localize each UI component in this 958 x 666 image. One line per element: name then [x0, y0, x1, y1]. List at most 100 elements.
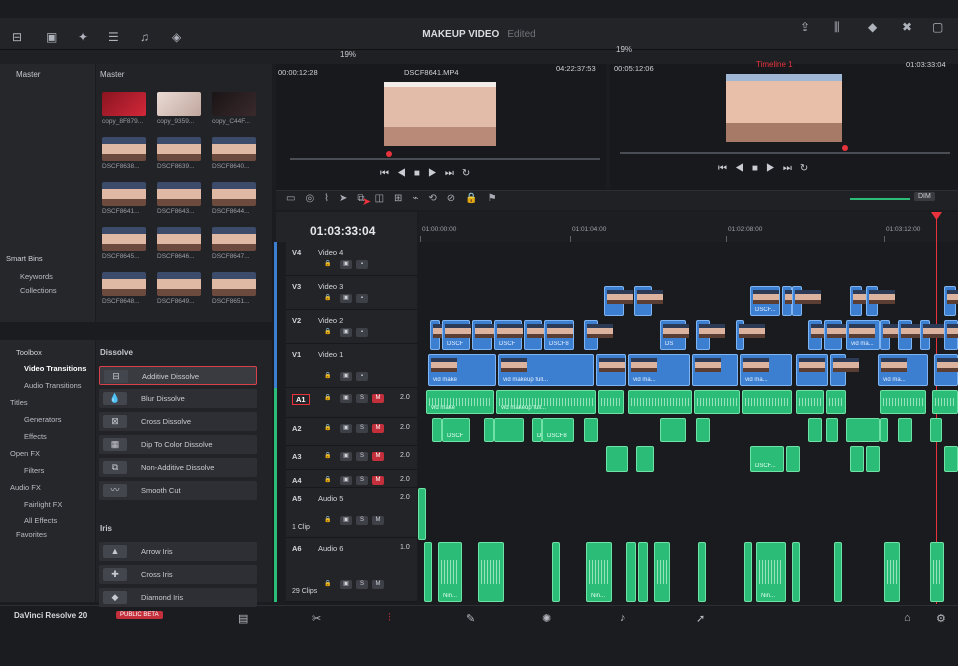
media-page-icon[interactable]: ▤ — [238, 612, 248, 625]
video-clip[interactable] — [792, 286, 821, 316]
video-clip[interactable] — [796, 354, 828, 386]
effects-category-all-effects[interactable]: All Effects — [24, 516, 57, 525]
transition-additive-dissolve[interactable]: ⊟ Additive Dissolve — [99, 366, 257, 385]
lock-icon[interactable]: 🔒 — [322, 516, 334, 525]
track-visibility-icon[interactable]: ▪ — [356, 260, 368, 269]
lock-icon[interactable]: 🔒 — [322, 394, 334, 403]
track-id[interactable]: A2 — [292, 424, 302, 433]
video-clip[interactable]: DS — [660, 320, 689, 350]
project-settings-icon[interactable]: ⚙ — [936, 612, 946, 625]
track-id[interactable]: A5 — [292, 494, 302, 503]
timeline-scrubber[interactable] — [620, 152, 950, 154]
solo-button[interactable]: S — [356, 424, 368, 433]
audio-clip[interactable] — [654, 542, 670, 602]
media-clip-thumbnail[interactable] — [102, 227, 146, 251]
effects-category-audio-fx[interactable]: Audio FX — [10, 483, 41, 492]
sound-library-icon[interactable]: ♫ — [140, 30, 149, 44]
audio-clip[interactable]: DSCF... — [750, 446, 784, 472]
auto-select-icon[interactable]: ▣ — [340, 372, 352, 381]
solo-button[interactable]: S — [356, 516, 368, 525]
source-transport-controls[interactable]: ⏮◀■▶⏭↻ — [380, 168, 478, 179]
audio-clip[interactable] — [598, 390, 624, 414]
audio-clip[interactable] — [930, 418, 942, 442]
audio-clip[interactable] — [944, 446, 958, 472]
track-id[interactable]: A6 — [292, 544, 302, 553]
effects-category-audio-transitions[interactable]: Audio Transitions — [24, 381, 82, 390]
audio-clip[interactable] — [552, 542, 560, 602]
audio-clip[interactable] — [584, 418, 598, 442]
audio-clip[interactable]: vid makeup full... — [496, 390, 596, 414]
video-clip[interactable] — [824, 320, 853, 350]
video-clip[interactable] — [866, 286, 895, 316]
audio-clip[interactable] — [418, 488, 426, 540]
color-page-icon[interactable]: ✺ — [542, 612, 551, 625]
audio-clip[interactable] — [808, 418, 822, 442]
video-clip[interactable] — [604, 286, 633, 316]
media-pool-icon[interactable]: ⊟ — [12, 30, 22, 44]
audio-clip[interactable]: Nin... — [756, 542, 786, 602]
video-clip[interactable] — [830, 354, 859, 386]
effects-category-generators[interactable]: Generators — [24, 415, 62, 424]
video-clip[interactable] — [472, 320, 501, 350]
timeline-name[interactable]: Timeline 1 — [756, 60, 793, 69]
metadata-icon[interactable]: ◆ — [868, 20, 877, 34]
auto-select-icon[interactable]: ▣ — [340, 580, 352, 589]
transition-cross-iris[interactable]: ✚ Cross Iris — [99, 565, 257, 584]
video-clip[interactable]: vid ma... — [878, 354, 928, 386]
audio-clip[interactable] — [626, 542, 636, 602]
video-clip[interactable] — [850, 286, 879, 316]
video-clip[interactable]: DSCF8 — [544, 320, 574, 350]
audio-clip[interactable] — [742, 390, 792, 414]
audio-clip[interactable] — [930, 542, 944, 602]
video-clip[interactable] — [692, 354, 738, 386]
effects-category-favorites[interactable]: Favorites — [16, 530, 47, 539]
audio-clip[interactable]: DSCF — [442, 418, 470, 442]
track-visibility-icon[interactable]: ▪ — [356, 328, 368, 337]
media-clip-thumbnail[interactable] — [102, 182, 146, 206]
keywords-bin[interactable]: Keywords — [20, 272, 53, 281]
settings-icon[interactable]: ✖ — [902, 20, 912, 34]
bin-master[interactable]: Master — [16, 70, 40, 79]
audio-clip[interactable] — [826, 390, 846, 414]
audio-clip[interactable] — [696, 418, 710, 442]
video-clip[interactable] — [634, 286, 663, 316]
audio-clip[interactable] — [898, 418, 912, 442]
transition-blur-dissolve[interactable]: 💧 Blur Dissolve — [99, 389, 257, 408]
audio-clip[interactable] — [880, 418, 888, 442]
media-clip-thumbnail[interactable] — [102, 272, 146, 296]
audio-clip[interactable] — [826, 418, 838, 442]
effects-category-open-fx[interactable]: Open FX — [10, 449, 40, 458]
clip-icon[interactable]: ▣ — [46, 30, 57, 44]
track-header-v3[interactable] — [286, 276, 417, 310]
video-clip[interactable] — [898, 320, 927, 350]
video-clip[interactable] — [584, 320, 613, 350]
track-header-v1[interactable] — [286, 344, 417, 388]
lock-icon[interactable]: 🔒 — [322, 372, 334, 381]
inspector-icon[interactable]: ◈ — [172, 30, 181, 44]
video-clip[interactable]: DSCF... — [750, 286, 780, 316]
fusion-page-icon[interactable]: ✎ — [466, 612, 475, 625]
media-clip-thumbnail[interactable] — [212, 137, 256, 161]
video-clip[interactable] — [782, 286, 811, 316]
effects-icon[interactable]: ✦ — [78, 30, 88, 44]
audio-clip[interactable]: DSCF — [532, 418, 544, 442]
home-icon[interactable]: ⌂ — [904, 612, 911, 624]
timeline-ruler[interactable] — [418, 212, 958, 242]
solo-button[interactable]: S — [356, 476, 368, 485]
mixer-icon[interactable]: ⫼ — [834, 20, 840, 35]
track-visibility-icon[interactable]: ▪ — [356, 372, 368, 381]
audio-clip[interactable] — [866, 446, 880, 472]
fairlight-page-icon[interactable]: ♪ — [620, 612, 626, 624]
track-header-v2[interactable] — [286, 310, 417, 344]
solo-button[interactable]: S — [356, 580, 368, 589]
auto-select-icon[interactable]: ▣ — [340, 328, 352, 337]
audio-clip[interactable] — [796, 390, 824, 414]
video-clip[interactable]: DSCF — [494, 320, 523, 350]
timeline-viewer-playhead[interactable] — [842, 145, 848, 151]
source-zoom[interactable]: 19% — [340, 50, 356, 59]
track-id[interactable]: A3 — [292, 452, 302, 461]
track-id[interactable]: A1 — [292, 394, 310, 405]
audio-clip[interactable] — [660, 418, 686, 442]
track-header-v4[interactable] — [286, 242, 417, 276]
track-id[interactable]: V2 — [292, 316, 301, 325]
